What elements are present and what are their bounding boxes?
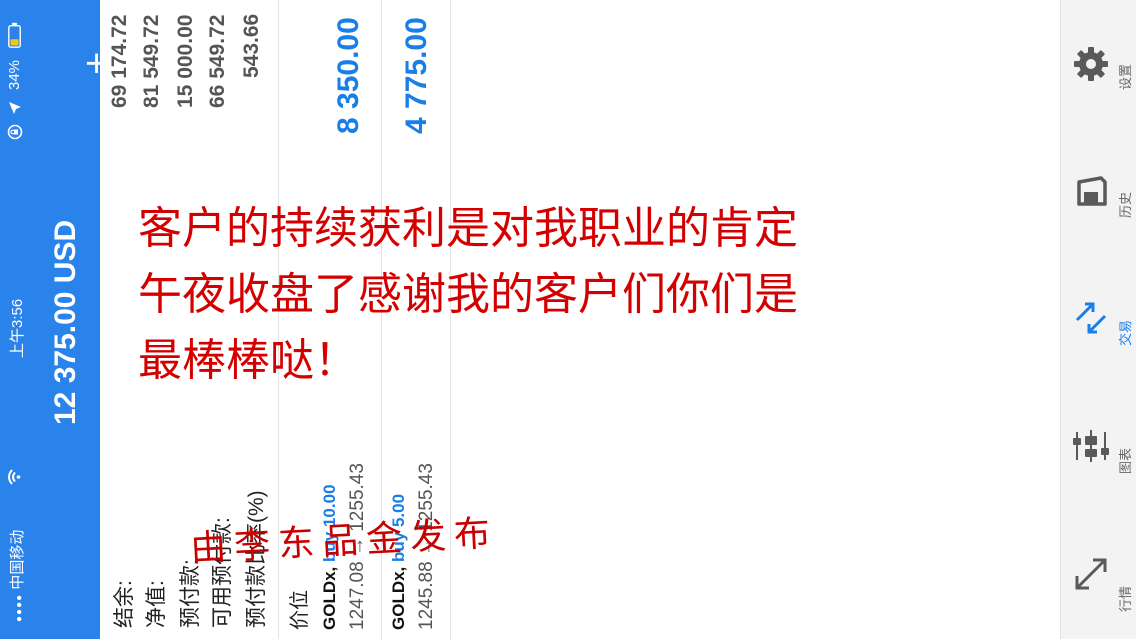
gear-icon [1071, 44, 1111, 89]
position-profit: 4 775.00 [400, 17, 433, 134]
nav-label: 设置 [1118, 63, 1133, 90]
overlay-line: 午夜收盘了感谢我的客户们你们是 [138, 269, 798, 320]
rotation-lock-icon [7, 124, 28, 140]
position-profit: 8 350.00 [332, 17, 365, 134]
account-header: + 12 375.00 USD [30, 0, 119, 639]
symbol-name: GOLDx, [320, 566, 339, 630]
nav-label: 行情 [1118, 585, 1133, 612]
nav-label: 图表 [1118, 447, 1133, 474]
nav-settings[interactable]: 设置 [1061, 10, 1136, 120]
price-header: 价位 [289, 590, 311, 630]
margin-value: 15 000.00 [174, 14, 197, 108]
overlay-text: 客户的持续获利是对我职业的肯定 午夜收盘了感谢我的客户们你们是 最棒棒哒！ [138, 196, 798, 394]
balance-value: 69 174.72 [108, 14, 131, 108]
nav-trade[interactable]: 交易 [1061, 266, 1136, 376]
nav-chart[interactable]: 图表 [1061, 394, 1136, 504]
margin-level-value: 543.66 [240, 13, 263, 78]
symbol-name: GOLDx, [389, 566, 408, 630]
bottom-nav: 设置 历史 交易 图表 行情 [1060, 0, 1136, 639]
equity-value: 81 549.72 [140, 14, 163, 108]
clock: 上午3:56 [9, 298, 26, 358]
signal-dots: ●●●● [14, 593, 25, 622]
location-arrow-icon [8, 101, 27, 115]
wifi-icon [7, 469, 26, 485]
overlay-line: 客户的持续获利是对我职业的肯定 [138, 203, 798, 254]
quotes-icon [1071, 554, 1111, 599]
nav-label: 历史 [1118, 191, 1133, 218]
carrier-signal: ●●●● 中国移动 [6, 530, 27, 622]
carrier-name: 中国移动 [9, 529, 26, 590]
chart-candles-icon [1071, 426, 1111, 471]
status-bar: ●●●● 中国移动 上午3:56 34% [0, 0, 30, 639]
balance-title: 12 375.00 USD [49, 219, 82, 425]
nav-label: 交易 [1118, 319, 1133, 346]
battery-percent: 34% [6, 59, 23, 90]
balance-label: 结余: [113, 580, 136, 628]
battery-icon [8, 22, 26, 48]
nav-history[interactable]: 历史 [1061, 138, 1136, 248]
overlay-line: 最棒棒哒！ [138, 335, 358, 386]
trade-icon [1071, 298, 1111, 343]
history-icon [1071, 172, 1111, 217]
free-margin-value: 66 549.72 [206, 14, 229, 108]
equity-label: 净值: [145, 580, 168, 628]
nav-quotes[interactable]: 行情 [1061, 522, 1136, 632]
